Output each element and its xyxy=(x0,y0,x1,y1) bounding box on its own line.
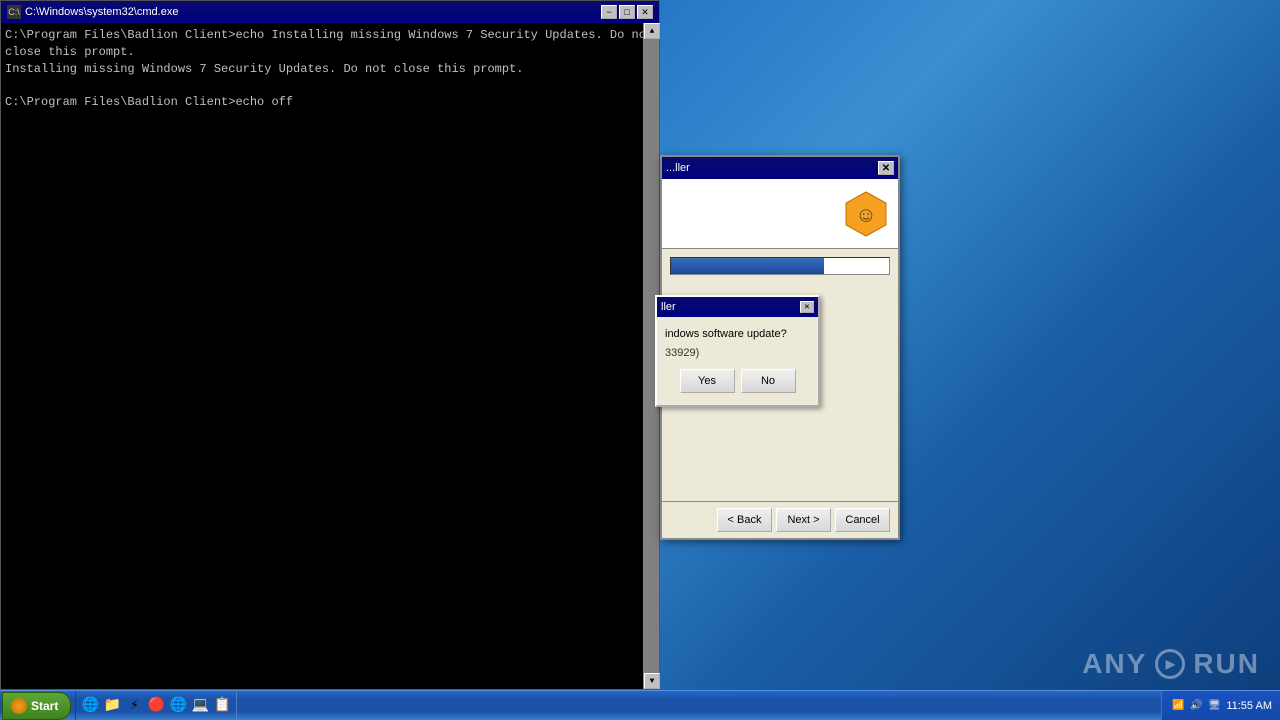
ql-icon-browser[interactable]: 🌐 xyxy=(80,696,100,716)
dialog-close-button[interactable]: ✕ xyxy=(800,301,814,313)
tray-icons-group: 📶 🔊 🖥 xyxy=(1170,698,1222,714)
cmd-minimize-button[interactable]: − xyxy=(601,5,617,19)
progress-bar xyxy=(670,257,890,275)
cmd-titlebar-buttons: − □ ✕ xyxy=(601,5,653,19)
cmd-body: C:\Program Files\Badlion Client>echo Ins… xyxy=(1,23,659,689)
installer-logo: ☺ xyxy=(842,190,890,238)
anyrun-text-run: RUN xyxy=(1193,648,1260,680)
anyrun-text-any: ANY xyxy=(1082,648,1147,680)
cmd-line-4: C:\Program Files\Badlion Client>echo off xyxy=(5,94,655,111)
dialog-detail: 33929) xyxy=(665,347,810,359)
tray-network-icon: 📶 xyxy=(1170,698,1186,714)
installer-close-button[interactable]: ✕ xyxy=(878,161,894,175)
installer-next-button[interactable]: Next > xyxy=(776,508,831,532)
cmd-restore-button[interactable]: □ xyxy=(619,5,635,19)
ql-icon-ie[interactable]: 🌐 xyxy=(168,696,188,716)
cmd-close-button[interactable]: ✕ xyxy=(637,5,653,19)
installer-titlebar: ...ller ✕ xyxy=(662,157,898,179)
installer-title-text: ...ller xyxy=(666,162,690,174)
cmd-window: C:\ C:\Windows\system32\cmd.exe − □ ✕ C:… xyxy=(0,0,660,690)
cmd-line-2: Installing missing Windows 7 Security Up… xyxy=(5,61,655,78)
installer-progress-area xyxy=(662,249,898,287)
taskbar: Start 🌐 📁 ⚡ 🔴 🌐 💻 📋 📶 🔊 🖥 11:55 AM xyxy=(0,690,1280,720)
start-button[interactable]: Start xyxy=(2,692,71,720)
dialog-content: indows software update? 33929) Yes No xyxy=(657,317,818,405)
dialog-yes-button[interactable]: Yes xyxy=(680,369,735,393)
tray-monitor-icon: 🖥 xyxy=(1206,698,1222,714)
svg-text:☺: ☺ xyxy=(859,204,872,229)
cmd-titlebar-left: C:\ C:\Windows\system32\cmd.exe xyxy=(7,5,178,19)
dialog-question: indows software update? xyxy=(665,327,810,341)
desktop: C:\ C:\Windows\system32\cmd.exe − □ ✕ C:… xyxy=(0,0,1280,720)
system-clock: 11:55 AM xyxy=(1226,700,1272,712)
cmd-title-text: C:\Windows\system32\cmd.exe xyxy=(25,6,178,18)
ql-icon-av[interactable]: 🔴 xyxy=(146,696,166,716)
cmd-line-3 xyxy=(5,77,655,94)
cmd-window-icon: C:\ xyxy=(7,5,21,19)
cmd-titlebar: C:\ C:\Windows\system32\cmd.exe − □ ✕ xyxy=(1,1,659,23)
dialog-no-button[interactable]: No xyxy=(741,369,796,393)
ql-icon-clipboard[interactable]: 📋 xyxy=(212,696,232,716)
dialog-box: ller ✕ indows software update? 33929) Ye… xyxy=(655,295,820,407)
installer-header: ☺ xyxy=(662,179,898,249)
dialog-buttons: Yes No xyxy=(665,369,810,397)
installer-cancel-button[interactable]: Cancel xyxy=(835,508,890,532)
dialog-title-text: ller xyxy=(661,301,676,313)
installer-back-button[interactable]: < Back xyxy=(717,508,772,532)
cmd-line-1: C:\Program Files\Badlion Client>echo Ins… xyxy=(5,27,655,61)
start-label: Start xyxy=(31,699,58,713)
progress-bar-fill xyxy=(671,258,824,274)
installer-bottom-buttons: < Back Next > Cancel xyxy=(662,501,898,538)
anyrun-play-icon xyxy=(1155,649,1185,679)
tray-volume-icon: 🔊 xyxy=(1188,698,1204,714)
dialog-titlebar: ller ✕ xyxy=(657,297,818,317)
taskbar-items xyxy=(241,691,1161,720)
ql-icon-computer[interactable]: 💻 xyxy=(190,696,210,716)
scrollbar-up-button[interactable]: ▲ xyxy=(644,23,660,39)
system-tray: 📶 🔊 🖥 11:55 AM xyxy=(1161,691,1280,720)
ql-icon-media[interactable]: ⚡ xyxy=(124,696,144,716)
ql-icon-folder[interactable]: 📁 xyxy=(102,696,122,716)
scrollbar-down-button[interactable]: ▼ xyxy=(644,673,660,689)
quick-launch-bar: 🌐 📁 ⚡ 🔴 🌐 💻 📋 xyxy=(75,691,237,720)
anyrun-watermark: ANY RUN xyxy=(1082,648,1260,680)
start-logo-icon xyxy=(11,698,27,714)
